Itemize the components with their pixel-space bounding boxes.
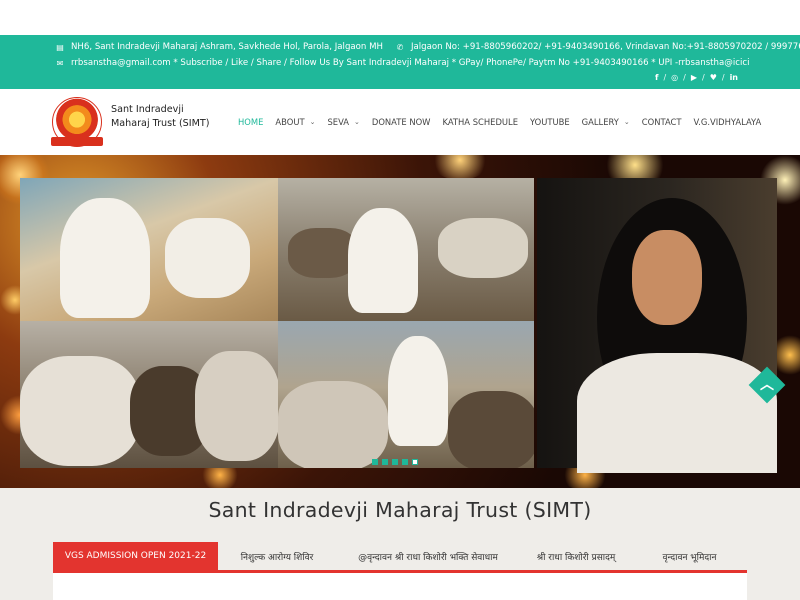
nav-seva[interactable]: SEVA ⌄ [327, 117, 359, 127]
nav-about-label: ABOUT [275, 117, 305, 127]
content-tabs: VGS ADMISSION OPEN 2021-22 निशुल्क आरोग्… [53, 542, 747, 572]
chevron-down-icon: ⌄ [354, 118, 360, 126]
nav-vg-vidhyalaya[interactable]: V.G.VIDHYALAYA [694, 117, 762, 127]
phone-icon: ✆ [396, 42, 404, 52]
nav-seva-label: SEVA [327, 117, 349, 127]
tab-label: श्री राधा किशोरी प्रसादम् [536, 552, 616, 563]
email-icon: ✉ [56, 58, 64, 68]
instagram-icon[interactable]: ◎ [671, 73, 678, 82]
logo-ribbon [51, 137, 103, 146]
site-header: Sant Indradevji Maharaj Trust (SIMT) HOM… [0, 89, 800, 155]
hero-slider[interactable] [0, 155, 800, 488]
photo-feeding-cows [278, 178, 534, 321]
nav-donate-now-label: DONATE NOW [371, 117, 431, 127]
email-text[interactable]: rrbsanstha@gmail.com * Subscribe / Like … [71, 58, 749, 68]
nav-donate-now[interactable]: DONATE NOW [372, 117, 431, 127]
slider-dot-4[interactable] [402, 459, 408, 465]
nav-home[interactable]: HOME [238, 117, 263, 127]
brand-line-2: Maharaj Trust (SIMT) [111, 118, 210, 129]
brand-name[interactable]: Sant Indradevji Maharaj Trust (SIMT) [111, 103, 221, 131]
top-info-bar: ▤ NH6, Sant Indradevji Maharaj Ashram, S… [0, 35, 800, 89]
person-figure [60, 198, 150, 318]
nav-youtube[interactable]: YOUTUBE [530, 117, 570, 127]
photo-gaushala [278, 321, 534, 468]
tab-vrindavan-sevadham[interactable]: @वृन्दावन श्री राधा किशोरी भक्ति सेवाधाम [336, 542, 520, 570]
bokeh-light [430, 155, 490, 180]
nav-katha-schedule-label: KATHA SCHEDULE [442, 117, 518, 127]
calf-figure [165, 218, 250, 298]
slider-pagination [372, 459, 418, 465]
slide-photo-collage [20, 178, 534, 468]
cow-figure [438, 218, 528, 278]
tab-label: निशुल्क आरोग्य शिविर [240, 552, 314, 563]
tab-label: वृन्दावन भूमिदान [662, 552, 717, 563]
tab-label: VGS ADMISSION OPEN 2021-22 [64, 551, 207, 561]
portrait-shirt [577, 353, 777, 473]
chevron-up-icon[interactable]: ︿ [756, 374, 778, 396]
nav-contact-label: CONTACT [641, 117, 682, 127]
slider-dot-3[interactable] [392, 459, 398, 465]
page: ▤ NH6, Sant Indradevji Maharaj Ashram, S… [0, 0, 800, 600]
nav-about[interactable]: ABOUT ⌄ [275, 117, 315, 127]
cow-figure [195, 351, 278, 461]
photo-with-calf [20, 178, 278, 321]
person-figure [388, 336, 448, 446]
top-info-row-1: ▤ NH6, Sant Indradevji Maharaj Ashram, S… [55, 42, 800, 52]
twitter-icon[interactable]: ♥ [710, 73, 717, 82]
cow-figure [448, 391, 534, 468]
nav-home-label: HOME [238, 117, 264, 127]
photo-cow-herd [20, 321, 278, 468]
cow-figure [20, 356, 140, 466]
trust-section: Sant Indradevji Maharaj Trust (SIMT) VGS… [0, 488, 800, 600]
nav-gallery[interactable]: GALLERY ⌄ [582, 117, 630, 127]
chevron-down-icon: ⌄ [623, 118, 630, 126]
slider-dot-5[interactable] [412, 459, 418, 465]
slider-dot-1[interactable] [372, 459, 378, 465]
cow-figure [278, 381, 388, 468]
nav-gallery-label: GALLERY [581, 117, 619, 127]
tab-content-panel [53, 573, 747, 600]
slider-dot-2[interactable] [382, 459, 388, 465]
address-text: NH6, Sant Indradevji Maharaj Ashram, Sav… [71, 42, 383, 52]
tab-health-camp[interactable]: निशुल्क आरोग्य शिविर [218, 542, 336, 570]
nav-contact[interactable]: CONTACT [642, 117, 682, 127]
phone-text: Jalgaon No: +91-8805960202/ +91-94034901… [410, 42, 800, 52]
portrait-face [632, 230, 702, 325]
top-info-row-2: ✉ rrbsanstha@gmail.com * Subscribe / Lik… [55, 58, 750, 68]
slide-portrait-photo [537, 178, 777, 473]
tab-vgs-admission[interactable]: VGS ADMISSION OPEN 2021-22 [53, 542, 218, 570]
tab-label: @वृन्दावन श्री राधा किशोरी भक्ति सेवाधाम [358, 552, 498, 563]
social-links: f / ◎ / ▶ / ♥ / in [654, 73, 738, 82]
tab-bhoomidan[interactable]: वृन्दावन भूमिदान [632, 542, 747, 570]
nav-vg-vidhyalaya-label: V.G.VIDHYALAYA [693, 117, 762, 127]
chevron-down-icon: ⌄ [309, 118, 316, 126]
youtube-icon[interactable]: ▶ [691, 73, 697, 82]
person-figure [348, 208, 418, 313]
main-nav: HOME ABOUT ⌄ SEVA ⌄ DONATE NOW KATHA SCHED… [238, 117, 773, 127]
linkedin-icon[interactable]: in [730, 73, 738, 82]
tab-prasadam[interactable]: श्री राधा किशोरी प्रसादम् [520, 542, 632, 570]
nav-katha-schedule[interactable]: KATHA SCHEDULE [442, 117, 518, 127]
building-icon: ▤ [56, 42, 64, 52]
brand-line-1: Sant Indradevji [111, 104, 184, 115]
nav-youtube-label: YOUTUBE [530, 117, 570, 127]
page-title: Sant Indradevji Maharaj Trust (SIMT) [208, 498, 592, 522]
facebook-icon[interactable]: f [655, 73, 658, 82]
